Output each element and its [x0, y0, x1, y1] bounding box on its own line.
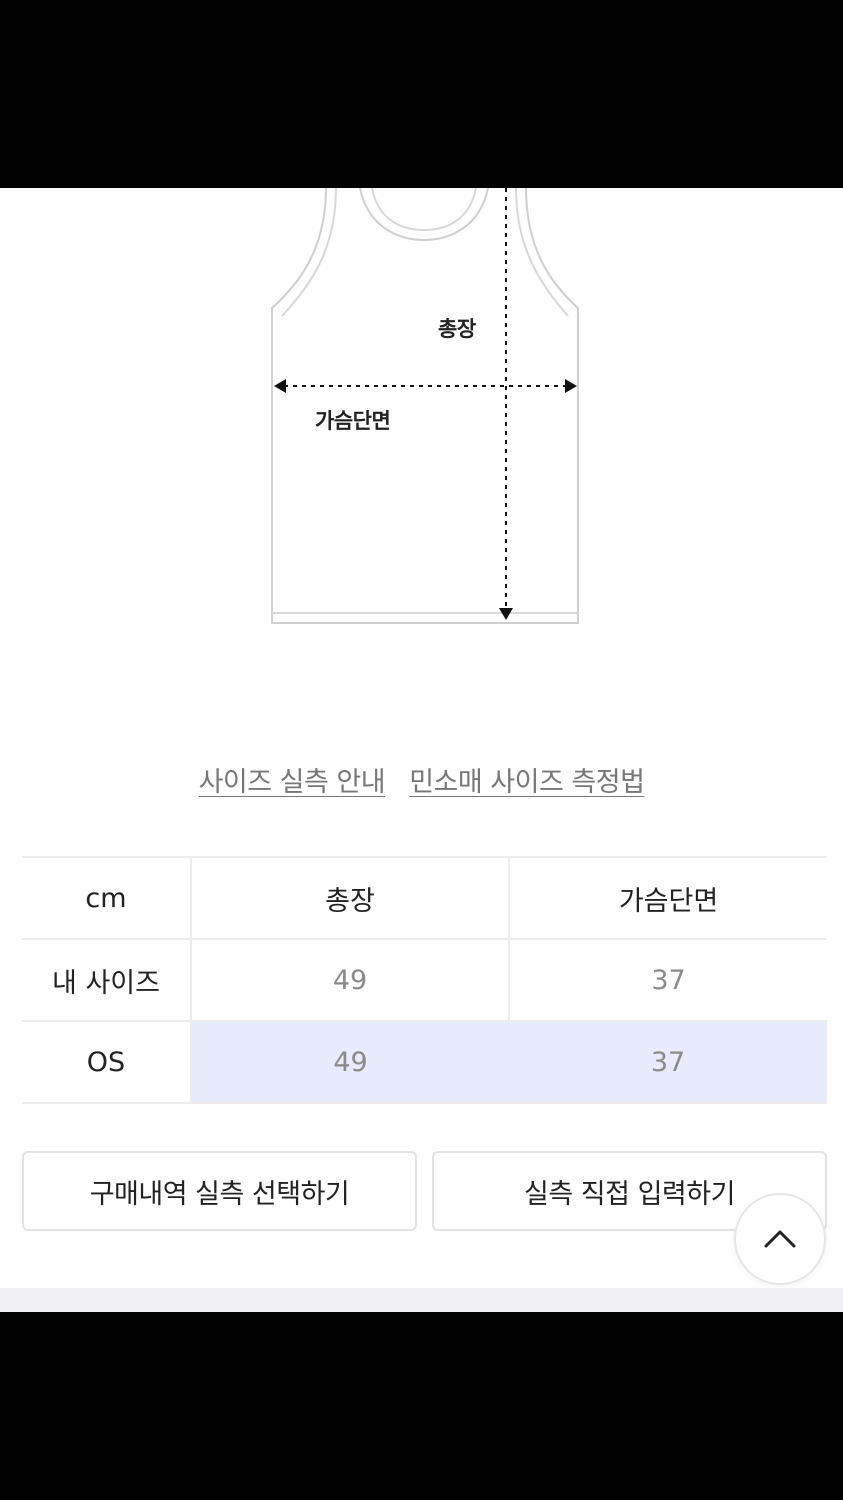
row-label: 내 사이즈 — [22, 938, 191, 1021]
header-chest: 가슴단면 — [508, 856, 827, 939]
table-header-row: cm 총장 가슴단면 — [22, 856, 827, 939]
chest-value: 37 — [509, 1020, 827, 1104]
length-value: 49 — [190, 1020, 509, 1104]
chest-value: 37 — [508, 938, 827, 1021]
row-label: OS — [22, 1020, 191, 1104]
length-label: 총장 — [438, 317, 476, 341]
size-table: cm 총장 가슴단면 내 사이즈 49 37 OS 49 37 — [22, 856, 827, 1104]
measure-method-link[interactable]: 민소매 사이즈 측정법 — [409, 767, 645, 798]
scroll-top-button[interactable] — [734, 1193, 826, 1285]
header-unit: cm — [22, 856, 191, 939]
table-row-os: OS 49 37 — [22, 1020, 827, 1104]
length-value: 49 — [190, 938, 509, 1021]
size-guide-link[interactable]: 사이즈 실측 안내 — [199, 767, 386, 798]
select-history-button[interactable]: 구매내역 실측 선택하기 — [22, 1151, 417, 1231]
guide-links: 사이즈 실측 안내 민소매 사이즈 측정법 — [0, 760, 843, 799]
tank-top-outline — [271, 188, 579, 624]
chevron-up-icon — [764, 1230, 796, 1248]
table-row-my-size: 내 사이즈 49 37 — [22, 938, 827, 1021]
garment-diagram: 총장 가슴단면 — [0, 188, 843, 648]
header-length: 총장 — [190, 856, 509, 939]
size-guide-screen: 총장 가슴단면 사이즈 실측 안내 민소매 사이즈 측정법 cm 총장 가슴단면… — [0, 188, 843, 1312]
bottom-divider — [0, 1288, 843, 1312]
chest-label: 가슴단면 — [315, 409, 391, 433]
